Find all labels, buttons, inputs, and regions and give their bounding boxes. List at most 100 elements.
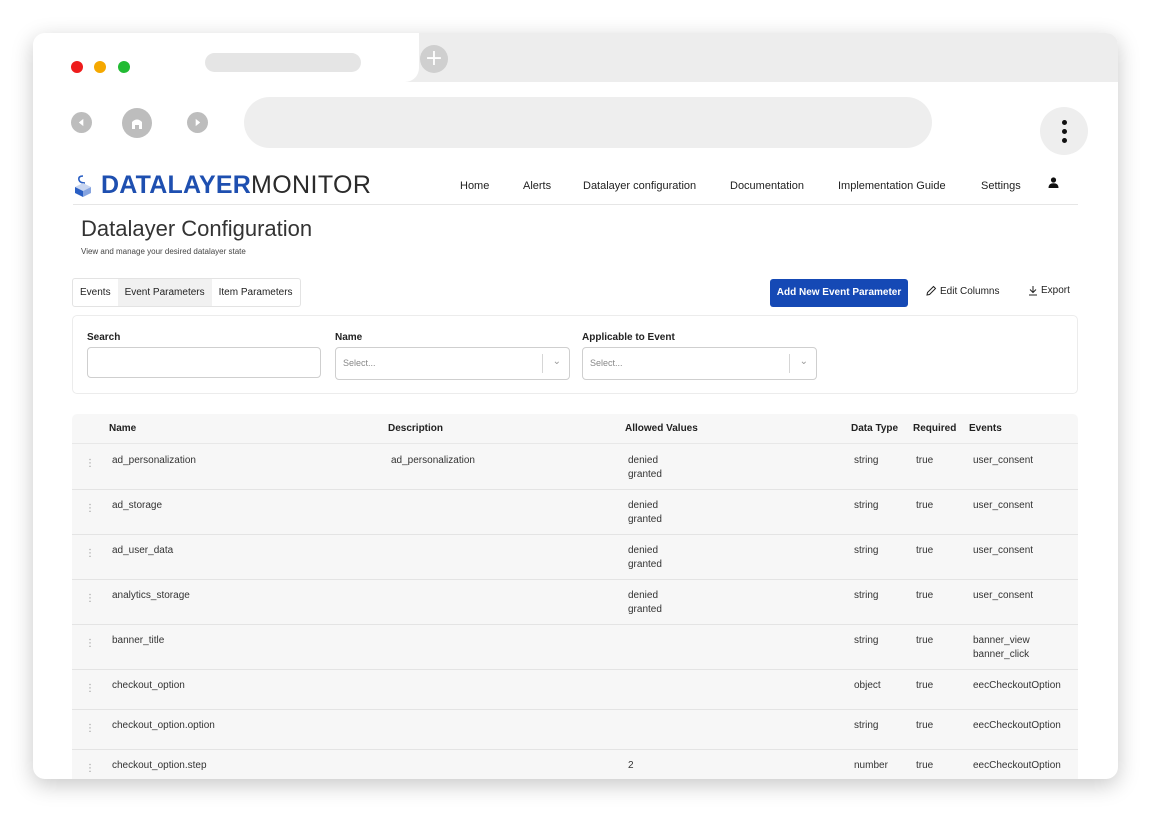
edit-columns-button[interactable]: Edit Columns <box>925 285 999 297</box>
select-separator <box>789 354 790 373</box>
maximize-window-button[interactable] <box>118 61 130 73</box>
new-tab-plus-icon[interactable]: + <box>420 45 448 73</box>
nav-implementation-guide[interactable]: Implementation Guide <box>838 180 946 192</box>
cell-allowed-values-line: granted <box>628 469 662 480</box>
cell-data-type-line: string <box>854 720 879 731</box>
row-drag-handle-icon[interactable]: ⋮ <box>85 638 95 649</box>
cell-name-line: ad_storage <box>112 500 163 511</box>
cell-events: user_consent <box>973 544 1033 558</box>
cell-name: ad_storage <box>112 499 162 513</box>
cell-events: eecCheckoutOption <box>973 759 1061 773</box>
cell-data-type-line: string <box>854 500 879 511</box>
cell-allowed-values-line: denied <box>628 455 659 466</box>
cell-required: true <box>916 499 933 513</box>
table-row[interactable]: ⋮ checkout_option object true eecCheckoutOpt… <box>72 669 1078 710</box>
datalayer-logo-icon <box>75 174 91 197</box>
address-bar[interactable] <box>244 97 932 148</box>
tab-item-parameters[interactable]: Item Parameters <box>212 279 300 306</box>
cell-allowed-values-line: granted <box>628 559 662 570</box>
cell-events-line: eecCheckoutOption <box>973 760 1061 771</box>
table-row[interactable]: ⋮ ad_personalization ad_personalization den… <box>72 444 1078 490</box>
cell-events-line: user_consent <box>973 590 1034 601</box>
tab-event-parameters[interactable]: Event Parameters <box>117 279 212 306</box>
column-header-required[interactable]: Required <box>913 423 956 434</box>
search-input[interactable] <box>87 347 321 378</box>
cell-events-line: eecCheckoutOption <box>973 720 1061 731</box>
nav-alerts[interactable]: Alerts <box>523 180 551 192</box>
cell-events-line: eecCheckoutOption <box>973 680 1061 691</box>
brand-logo[interactable]: DATALAYER MONITOR <box>73 171 371 200</box>
forward-arrow-icon <box>195 118 201 127</box>
cell-events-line: user_consent <box>973 455 1034 466</box>
column-header-name[interactable]: Name <box>109 423 136 434</box>
page-subtitle: View and manage your desired datalayer s… <box>81 247 246 256</box>
table-row[interactable]: ⋮ analytics_storage denied granted string tru… <box>72 579 1078 625</box>
page-title: Datalayer Configuration <box>81 216 313 241</box>
row-drag-handle-icon[interactable]: ⋮ <box>85 723 95 734</box>
row-drag-handle-icon[interactable]: ⋮ <box>85 503 95 514</box>
user-profile-icon[interactable] <box>1048 177 1059 188</box>
cell-allowed-values-line: denied <box>628 590 659 601</box>
cell-allowed-values: 2 <box>628 759 634 773</box>
column-header-description[interactable]: Description <box>388 423 443 434</box>
row-drag-handle-icon[interactable]: ⋮ <box>85 763 95 774</box>
column-header-data-type[interactable]: Data Type <box>851 423 898 434</box>
cell-description: ad_personalization <box>391 454 475 468</box>
cell-name: ad_personalization <box>112 454 196 468</box>
cell-required-line: true <box>916 590 934 601</box>
cell-events-line: banner_click <box>973 649 1030 660</box>
cell-events: eecCheckoutOption <box>973 679 1061 693</box>
cell-data-type-line: object <box>854 680 881 691</box>
cell-required-line: true <box>916 545 934 556</box>
column-header-events[interactable]: Events <box>969 423 1002 434</box>
add-event-parameter-button[interactable]: Add New Event Parameter <box>770 279 908 307</box>
name-filter-select[interactable]: Select... ⌄ <box>335 347 570 380</box>
nav-documentation[interactable]: Documentation <box>730 180 804 192</box>
row-drag-handle-icon[interactable]: ⋮ <box>85 548 95 559</box>
table-row[interactable]: ⋮ ad_storage denied granted string true user_c… <box>72 489 1078 535</box>
table-header: Name Description Allowed Values Data Typ… <box>72 414 1078 444</box>
column-header-allowed-values[interactable]: Allowed Values <box>625 423 698 434</box>
cell-name: checkout_option.step <box>112 759 207 773</box>
browser-menu-icon[interactable] <box>1040 107 1088 155</box>
cell-data-type: number <box>854 759 888 773</box>
cell-description-line: ad_personalization <box>391 455 475 466</box>
cell-required-line: true <box>916 500 934 511</box>
row-drag-handle-icon[interactable]: ⋮ <box>85 458 95 469</box>
cell-name: checkout_option <box>112 679 185 693</box>
nav-datalayer-configuration[interactable]: Datalayer configuration <box>583 180 696 192</box>
cell-name: checkout_option.option <box>112 719 215 733</box>
browser-tab[interactable] <box>205 53 361 72</box>
cell-name-line: ad_personalization <box>112 455 196 466</box>
back-button[interactable] <box>71 112 92 133</box>
header-divider <box>73 204 1078 205</box>
export-button[interactable]: Export <box>1028 285 1070 296</box>
table-row[interactable]: ⋮ ad_user_data denied granted string true user… <box>72 534 1078 580</box>
cell-allowed-values: denied granted <box>628 544 662 572</box>
cell-name-line: ad_user_data <box>112 545 174 556</box>
forward-button[interactable] <box>187 112 208 133</box>
brand-name-bold: DATALAYER <box>101 171 251 199</box>
cell-name: banner_title <box>112 634 164 648</box>
nav-settings[interactable]: Settings <box>981 180 1021 192</box>
cell-required-line: true <box>916 455 934 466</box>
row-drag-handle-icon[interactable]: ⋮ <box>85 593 95 604</box>
close-window-button[interactable] <box>71 61 83 73</box>
event-parameters-table: Name Description Allowed Values Data Typ… <box>72 414 1078 779</box>
home-button[interactable] <box>122 108 152 138</box>
tab-events[interactable]: Events <box>73 279 118 306</box>
row-drag-handle-icon[interactable]: ⋮ <box>85 683 95 694</box>
cell-name-line: banner_title <box>112 635 165 646</box>
cell-name-line: analytics_storage <box>112 590 190 601</box>
cell-name-line: checkout_option.option <box>112 720 215 731</box>
table-row[interactable]: ⋮ checkout_option.option string true eecChec… <box>72 709 1078 750</box>
minimize-window-button[interactable] <box>94 61 106 73</box>
event-filter-select[interactable]: Select... ⌄ <box>582 347 817 380</box>
nav-home[interactable]: Home <box>460 180 489 192</box>
cell-events: user_consent <box>973 589 1033 603</box>
home-icon <box>132 119 142 129</box>
cell-data-type-line: string <box>854 635 879 646</box>
tab-strip-background <box>405 33 1118 82</box>
table-row[interactable]: ⋮ banner_title string true banner_view banner… <box>72 624 1078 670</box>
table-row[interactable]: ⋮ checkout_option.step 2 number true eecCheck… <box>72 749 1078 779</box>
